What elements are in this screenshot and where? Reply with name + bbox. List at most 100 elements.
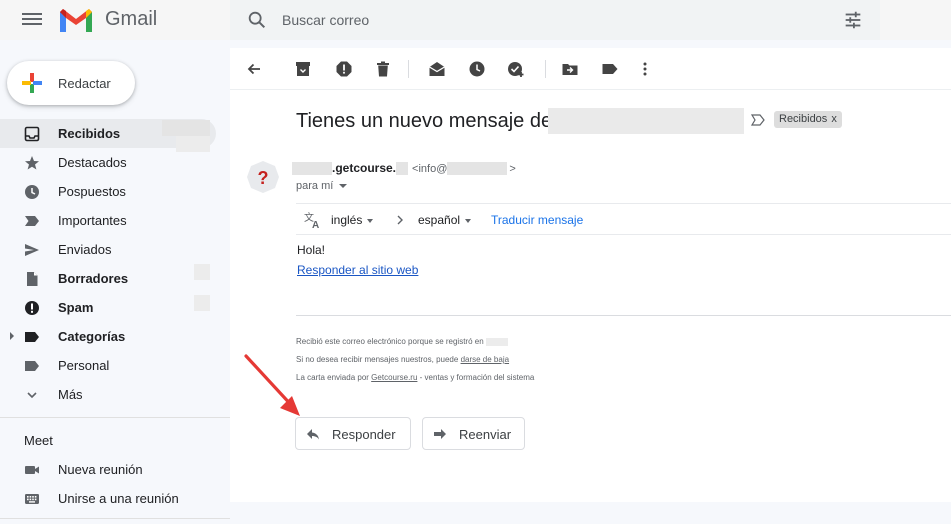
inbox-label-chip[interactable]: Recibidos x [774,111,842,128]
message-toolbar [230,48,951,90]
sidebar-item-label: Importantes [58,213,127,228]
message-divider [296,315,951,316]
meet-item-label: Nueva reunión [58,462,143,477]
sender-name[interactable]: .getcourse. [332,161,396,175]
meet-heading: Meet [24,433,53,448]
chevron-down-icon[interactable] [339,184,348,189]
mark-unread-icon[interactable] [428,60,446,78]
remove-label-icon[interactable]: x [831,113,837,125]
delete-icon[interactable] [374,60,392,78]
forward-button-label: Reenviar [459,427,512,442]
label-important-icon [25,216,39,226]
sidebar-item-mas[interactable]: Más [0,380,230,409]
report-spam-icon[interactable] [335,60,353,78]
sender-avatar[interactable]: ? [246,160,280,194]
draft-icon [27,272,38,286]
sidebar-item-label: Personal [58,358,110,373]
target-language-select[interactable]: español [418,213,472,227]
archive-icon[interactable] [294,60,312,78]
redacted-count [176,136,210,152]
sidebar-item-label: Recibidos [58,126,121,141]
reply-website-link[interactable]: Responder al sitio web [297,263,418,277]
toolbar-separator [545,60,546,78]
getcourse-link[interactable]: Getcourse.ru [371,373,417,382]
chevron-down-icon [367,218,374,223]
source-language-select[interactable]: inglés [331,213,374,227]
svg-text:A: A [312,220,319,229]
compose-button[interactable]: Redactar [7,61,135,105]
top-bar: Gmail Buscar correo [0,0,951,40]
plus-icon [22,73,42,93]
more-options-icon[interactable] [636,60,654,78]
search-icon[interactable] [246,9,268,31]
reply-button[interactable]: Responder [295,417,411,450]
sidebar-bottom-divider [0,518,230,519]
main-menu-icon[interactable] [22,11,42,29]
footer-line-1: Recibió este correo electrónico porque s… [296,337,508,346]
footer-text: - ventas y formación del sistema [419,373,535,382]
chevron-right-icon [397,215,403,225]
message-subject: Tienes un nuevo mensaje de [296,110,553,132]
footer-text: Si no desea recibir mensajes nuestros, p… [296,355,459,364]
search-bar[interactable]: Buscar correo [230,0,880,40]
footer-line-2: Si no desea recibir mensajes nuestros, p… [296,355,509,364]
message-panel: Tienes un nuevo mensaje de Recibidos x ? … [230,48,951,502]
message-greeting: Hola! [297,243,326,257]
label-icon [25,361,39,371]
sidebar-item-categorias[interactable]: Categorías [0,322,230,351]
add-task-icon[interactable] [507,60,525,78]
label-as-icon[interactable] [601,60,619,78]
meet-item-label: Unirse a una reunión [58,491,179,506]
annotation-arrow [244,354,300,416]
send-icon [25,244,39,256]
sidebar-item-label: Pospuestos [58,184,126,199]
inbox-icon [24,126,40,142]
spam-icon [25,301,39,315]
meet-join-meeting[interactable]: Unirse a una reunión [0,484,230,513]
chevron-down-icon [465,218,472,223]
expand-caret-icon[interactable] [10,332,14,340]
move-to-icon[interactable] [561,60,579,78]
snooze-icon[interactable] [468,60,486,78]
translate-bar: 文 A inglés español Traducir mensaje [296,203,951,235]
sender-email-end: > [509,163,516,175]
search-options-icon[interactable] [842,9,864,31]
meet-new-meeting[interactable]: Nueva reunión [0,455,230,484]
redacted-email [447,162,508,176]
reply-button-label: Responder [332,427,396,442]
compose-label: Redactar [58,76,111,91]
gmail-logo[interactable] [58,6,94,34]
sender-line: .getcourse. <info@ > [292,161,516,176]
sidebar-item-personal[interactable]: Personal [0,351,230,380]
redacted-count [194,264,210,280]
translate-message-link[interactable]: Traducir mensaje [491,213,583,227]
chevron-down-icon [27,392,37,399]
sidebar-item-enviados[interactable]: Enviados [0,235,230,264]
back-arrow-icon[interactable] [245,60,263,78]
search-input[interactable]: Buscar correo [282,12,369,28]
sidebar-item-label: Enviados [58,242,112,257]
keyboard-icon [25,494,39,504]
redacted-count [194,295,210,311]
label-chip-text: Recibidos [779,113,828,125]
redacted-sender [292,162,332,176]
footer-text: Recibió este correo electrónico porque s… [296,337,484,346]
sidebar-item-pospuestos[interactable]: Pospuestos [0,177,230,206]
sender-email: <info@ [412,163,448,175]
translate-icon: 文 A [304,211,319,229]
sidebar-item-importantes[interactable]: Importantes [0,206,230,235]
toolbar-separator [408,60,409,78]
importance-marker-icon[interactable] [751,114,765,126]
redacted-count [162,120,210,136]
unsubscribe-link[interactable]: darse de baja [461,355,509,364]
gmail-brand: Gmail [105,8,158,30]
redacted-subject [548,108,744,134]
clock-icon [25,185,39,199]
sidebar-item-destacados[interactable]: Destacados [0,148,230,177]
forward-button[interactable]: Reenviar [422,417,525,450]
sidebar-item-label: Spam [58,300,94,315]
footer-line-3: La carta enviada por Getcourse.ru - vent… [296,373,534,382]
recipient-line[interactable]: para mí [296,180,348,192]
redacted-domain [485,337,508,346]
target-language-label: español [418,213,461,227]
